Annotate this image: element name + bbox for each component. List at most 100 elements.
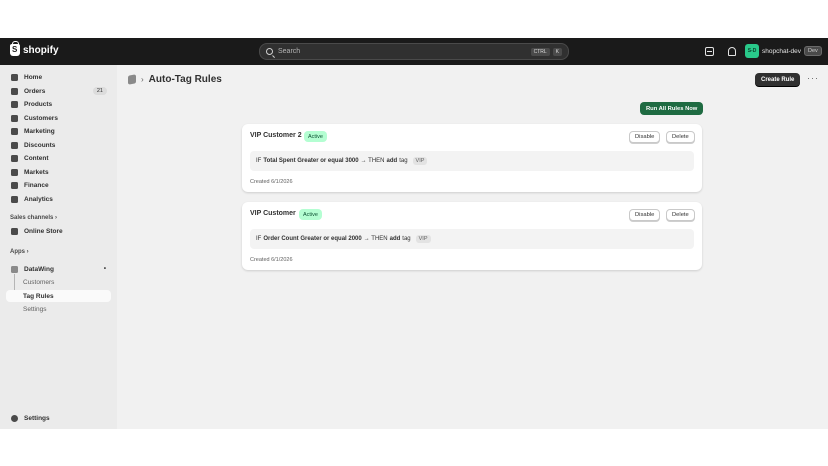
page-header: › Auto-Tag Rules [128,74,222,85]
rule-condition: IF Total Spent Greater or equal 3000 → T… [250,151,694,171]
sidebar-subitem-customers[interactable]: Customers [6,276,111,288]
sidebar-item-label: Content [24,154,49,162]
tag-word: tag [402,236,411,242]
store-menu[interactable]: S-D shopchat-dev Dev [745,44,822,58]
sidebar-item-label: Customers [23,278,55,286]
rule-card: VIP Customer 2 Active Disable Delete IF … [242,124,702,192]
search-icon [266,48,273,55]
sidebar-item-label: Settings [23,305,47,313]
sidebar-item-settings[interactable]: Settings [6,412,111,424]
sidebar-item-marketing[interactable]: Marketing [6,125,111,137]
run-all-rules-button[interactable]: Run All Rules Now [640,102,704,115]
markets-icon [11,168,18,176]
store-dev-badge: Dev [804,46,822,56]
home-icon [11,73,18,81]
customers-icon [11,114,18,122]
sidebar-subitem-settings[interactable]: Settings [6,303,111,315]
apps-label: Apps [10,249,25,255]
sidebar-item-label: Tag Rules [23,292,54,300]
search-bar[interactable]: Search CTRL K [259,43,569,60]
sidebar-item-customers[interactable]: Customers [6,112,111,124]
sidebar-subitem-tag-rules[interactable]: Tag Rules [6,290,111,302]
tag-pill: VIP [415,235,431,243]
sidebar-item-label: DataWing [24,265,54,273]
condition-text: Total Spent Greater or equal 3000 [263,158,359,164]
more-actions-icon[interactable]: ··· [807,73,819,83]
store-name: shopchat-dev [762,47,802,55]
if-label: IF [256,236,262,242]
shortcut-key-k: K [552,47,562,56]
datawing-app-icon[interactable] [128,74,136,85]
create-rule-button[interactable]: Create Rule [755,73,801,86]
inbox-icon[interactable] [705,47,714,56]
tag-pill: VIP [412,157,428,165]
products-icon [11,100,18,108]
tag-word: tag [399,158,408,164]
sales-channels-header[interactable]: Sales channels › [10,215,57,221]
created-date: Created 6/1/2026 [250,179,293,185]
then-arrow: → THEN [363,236,388,242]
shortcut-key-ctrl: CTRL [530,47,550,56]
sidebar-item-datawing[interactable]: DataWing • [6,263,111,275]
action-text: add [386,158,398,164]
sidebar-item-home[interactable]: Home [6,71,111,83]
store-icon [11,227,18,235]
disable-button[interactable]: Disable [629,209,661,221]
action-text: add [389,236,401,242]
search-shortcut: CTRL K [530,47,562,56]
analytics-icon [11,195,18,203]
page-title: Auto-Tag Rules [148,74,222,85]
sidebar-item-label: Markets [24,168,49,176]
status-badge: Active [299,209,322,220]
sidebar-item-label: Products [24,100,53,108]
finance-icon [11,181,18,189]
rule-condition: IF Order Count Greater or equal 2000 → T… [250,229,694,249]
logo-text: shopify [23,44,59,56]
marketing-icon [11,127,18,135]
orders-icon [11,87,18,95]
orders-count-badge: 21 [92,87,107,95]
bell-icon[interactable] [727,47,736,57]
pin-dot-icon: • [103,266,106,272]
breadcrumb-separator: › [141,75,144,84]
shopify-bag-icon [10,41,20,56]
sidebar-item-finance[interactable]: Finance [6,179,111,191]
created-date: Created 6/1/2026 [250,257,293,263]
sidebar-item-label: Marketing [24,127,55,135]
sidebar-item-label: Home [24,73,43,81]
sidebar-item-label: Analytics [24,195,53,203]
content-icon [11,154,18,162]
rule-card: VIP Customer Active Disable Delete IF Or… [242,202,702,270]
delete-button[interactable]: Delete [666,209,695,221]
if-label: IF [256,158,262,164]
sidebar-item-label: Settings [24,414,50,422]
sidebar-item-label: Online Store [24,227,63,235]
shopify-logo[interactable]: shopify [10,41,59,56]
sidebar-item-label: Finance [24,181,49,189]
sidebar-item-content[interactable]: Content [6,152,111,164]
delete-button[interactable]: Delete [666,131,695,143]
store-avatar: S-D [745,44,759,58]
sidebar-item-markets[interactable]: Markets [6,166,111,178]
sidebar-item-analytics[interactable]: Analytics [6,193,111,205]
sidebar-item-label: Orders [24,87,46,95]
gear-icon [11,414,18,422]
sidebar-item-label: Discounts [24,141,56,149]
then-arrow: → THEN [360,158,385,164]
apps-header[interactable]: Apps › [10,249,29,255]
disable-button[interactable]: Disable [629,131,661,143]
sidebar-item-online-store[interactable]: Online Store [6,225,111,237]
sidebar-item-label: Customers [24,114,58,122]
top-bar: shopify Search CTRL K S-D shopchat-dev D… [0,38,828,65]
rule-name: VIP Customer [250,210,296,217]
sidebar-item-discounts[interactable]: Discounts [6,139,111,151]
admin-frame: shopify Search CTRL K S-D shopchat-dev D… [0,38,828,429]
search-placeholder: Search [278,48,301,55]
status-badge: Active [304,131,327,142]
sidebar-item-products[interactable]: Products [6,98,111,110]
condition-text: Order Count Greater or equal 2000 [263,236,362,242]
datawing-app-icon [11,265,18,273]
sidebar: Home Orders 21 Products Customers Market… [0,65,117,429]
discounts-icon [11,141,18,149]
sidebar-item-orders[interactable]: Orders 21 [6,85,111,97]
